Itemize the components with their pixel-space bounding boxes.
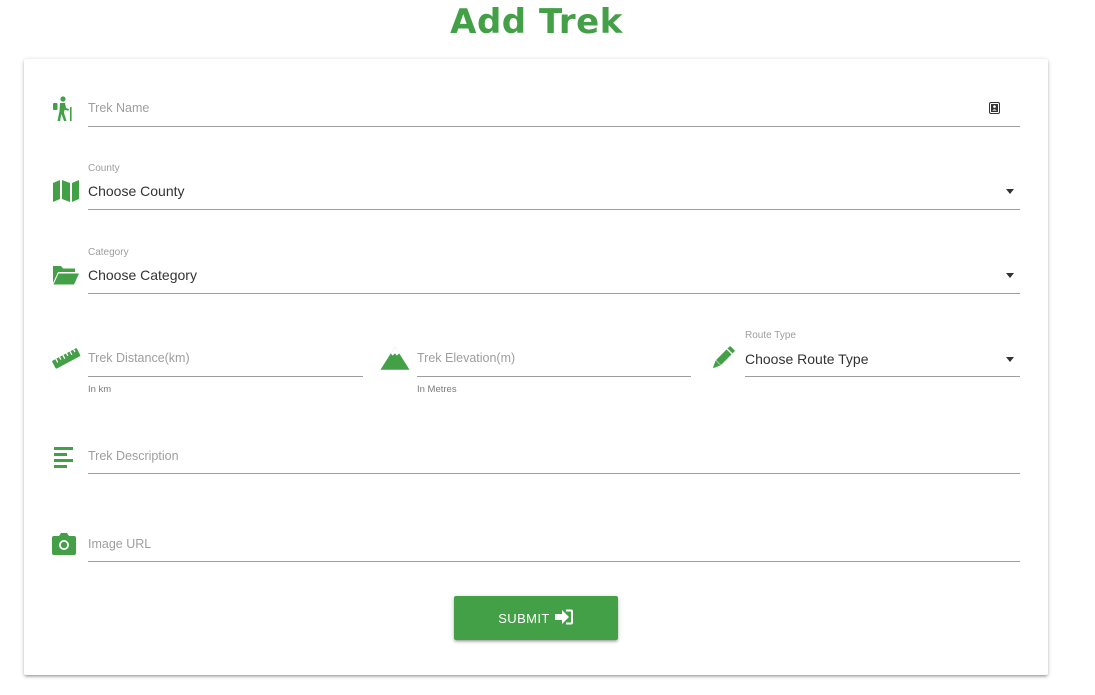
trek-name-input[interactable]: Trek Name (88, 101, 149, 115)
category-underline (88, 293, 1020, 294)
folder-open-icon (51, 260, 81, 290)
ruler-icon (51, 343, 81, 373)
submit-label: SUBMIT (498, 610, 550, 626)
map-icon (51, 176, 81, 206)
pencil-icon (707, 344, 737, 374)
route-type-label: Route Type (745, 330, 796, 341)
trek-distance-underline (88, 376, 363, 377)
trek-elevation-helper: In Metres (417, 384, 457, 395)
mountain-icon (380, 343, 410, 373)
image-url-underline (88, 561, 1020, 562)
hiking-icon (48, 94, 78, 124)
trek-elevation-field[interactable]: Trek Elevation(m) (417, 340, 691, 377)
county-label: County (88, 163, 120, 174)
route-type-underline (745, 376, 1020, 377)
trek-elevation-underline (417, 376, 691, 377)
caret-down-icon[interactable] (1006, 273, 1014, 278)
image-url-field[interactable]: Image URL (88, 525, 1020, 562)
trek-elevation-input[interactable]: Trek Elevation(m) (417, 351, 515, 365)
trek-distance-input[interactable]: Trek Distance(km) (88, 351, 190, 365)
category-label: Category (88, 247, 129, 258)
trek-description-input[interactable]: Trek Description (88, 449, 179, 463)
sign-in-icon (554, 608, 574, 629)
county-selected-value[interactable]: Choose County (88, 183, 185, 199)
category-select[interactable]: Category Choose Category (88, 244, 1020, 294)
submit-button[interactable]: SUBMIT (454, 596, 618, 640)
route-type-select[interactable]: Route Type Choose Route Type (745, 327, 1020, 377)
county-select[interactable]: County Choose County (88, 160, 1020, 210)
contact-card-icon (989, 101, 1000, 119)
trek-distance-helper: In km (88, 384, 112, 395)
trek-description-field[interactable]: Trek Description (88, 437, 1020, 474)
trek-name-underline (88, 126, 1020, 127)
caret-down-icon[interactable] (1006, 189, 1014, 194)
page-title: Add Trek (450, 2, 623, 42)
trek-name-field[interactable]: Trek Name (88, 90, 1020, 127)
align-left-icon (49, 441, 79, 471)
caret-down-icon[interactable] (1006, 357, 1014, 362)
category-selected-value[interactable]: Choose Category (88, 267, 197, 283)
camera-icon (49, 529, 79, 559)
county-underline (88, 209, 1020, 210)
image-url-input[interactable]: Image URL (88, 537, 151, 551)
route-type-selected-value[interactable]: Choose Route Type (745, 351, 869, 367)
trek-description-underline (88, 473, 1020, 474)
trek-distance-field[interactable]: Trek Distance(km) (88, 340, 363, 377)
